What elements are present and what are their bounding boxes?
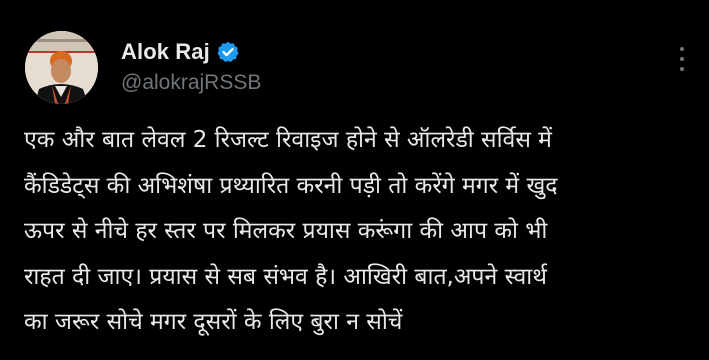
tweet-text-line: कैंडिडेट्स की अभिशंषा प्रथ्यारित करनी पड… xyxy=(24,172,558,199)
profile-photo xyxy=(25,31,98,104)
tweet-text: एक और बात लेवल 2 रिजल्ट रिवाइज होने से ऑ… xyxy=(24,118,700,346)
tweet-text-line: राहत दी जाए। प्रयास से सब संभव है। आखिरी… xyxy=(24,263,547,290)
author-handle[interactable]: @alokrajRSSB xyxy=(121,71,261,95)
avatar[interactable] xyxy=(25,31,98,104)
more-dot xyxy=(680,67,684,71)
tweet-text-line: का जरूर सोचे मगर दूसरों के लिए बुरा न सो… xyxy=(24,309,403,335)
author-display-name[interactable]: Alok Raj xyxy=(121,39,210,65)
author-name-row[interactable]: Alok Raj xyxy=(121,38,239,66)
tweet-text-line: एक और बात लेवल 2 रिजल्ट रिवाइज होने से ऑ… xyxy=(24,127,552,153)
verified-badge-icon xyxy=(217,41,239,63)
more-dot xyxy=(680,47,684,51)
more-dot xyxy=(680,57,684,61)
tweet-text-line: ऊपर से नीचे हर स्तर पर मिलकर प्रयास करूं… xyxy=(24,218,548,244)
more-options-icon[interactable] xyxy=(672,47,692,71)
